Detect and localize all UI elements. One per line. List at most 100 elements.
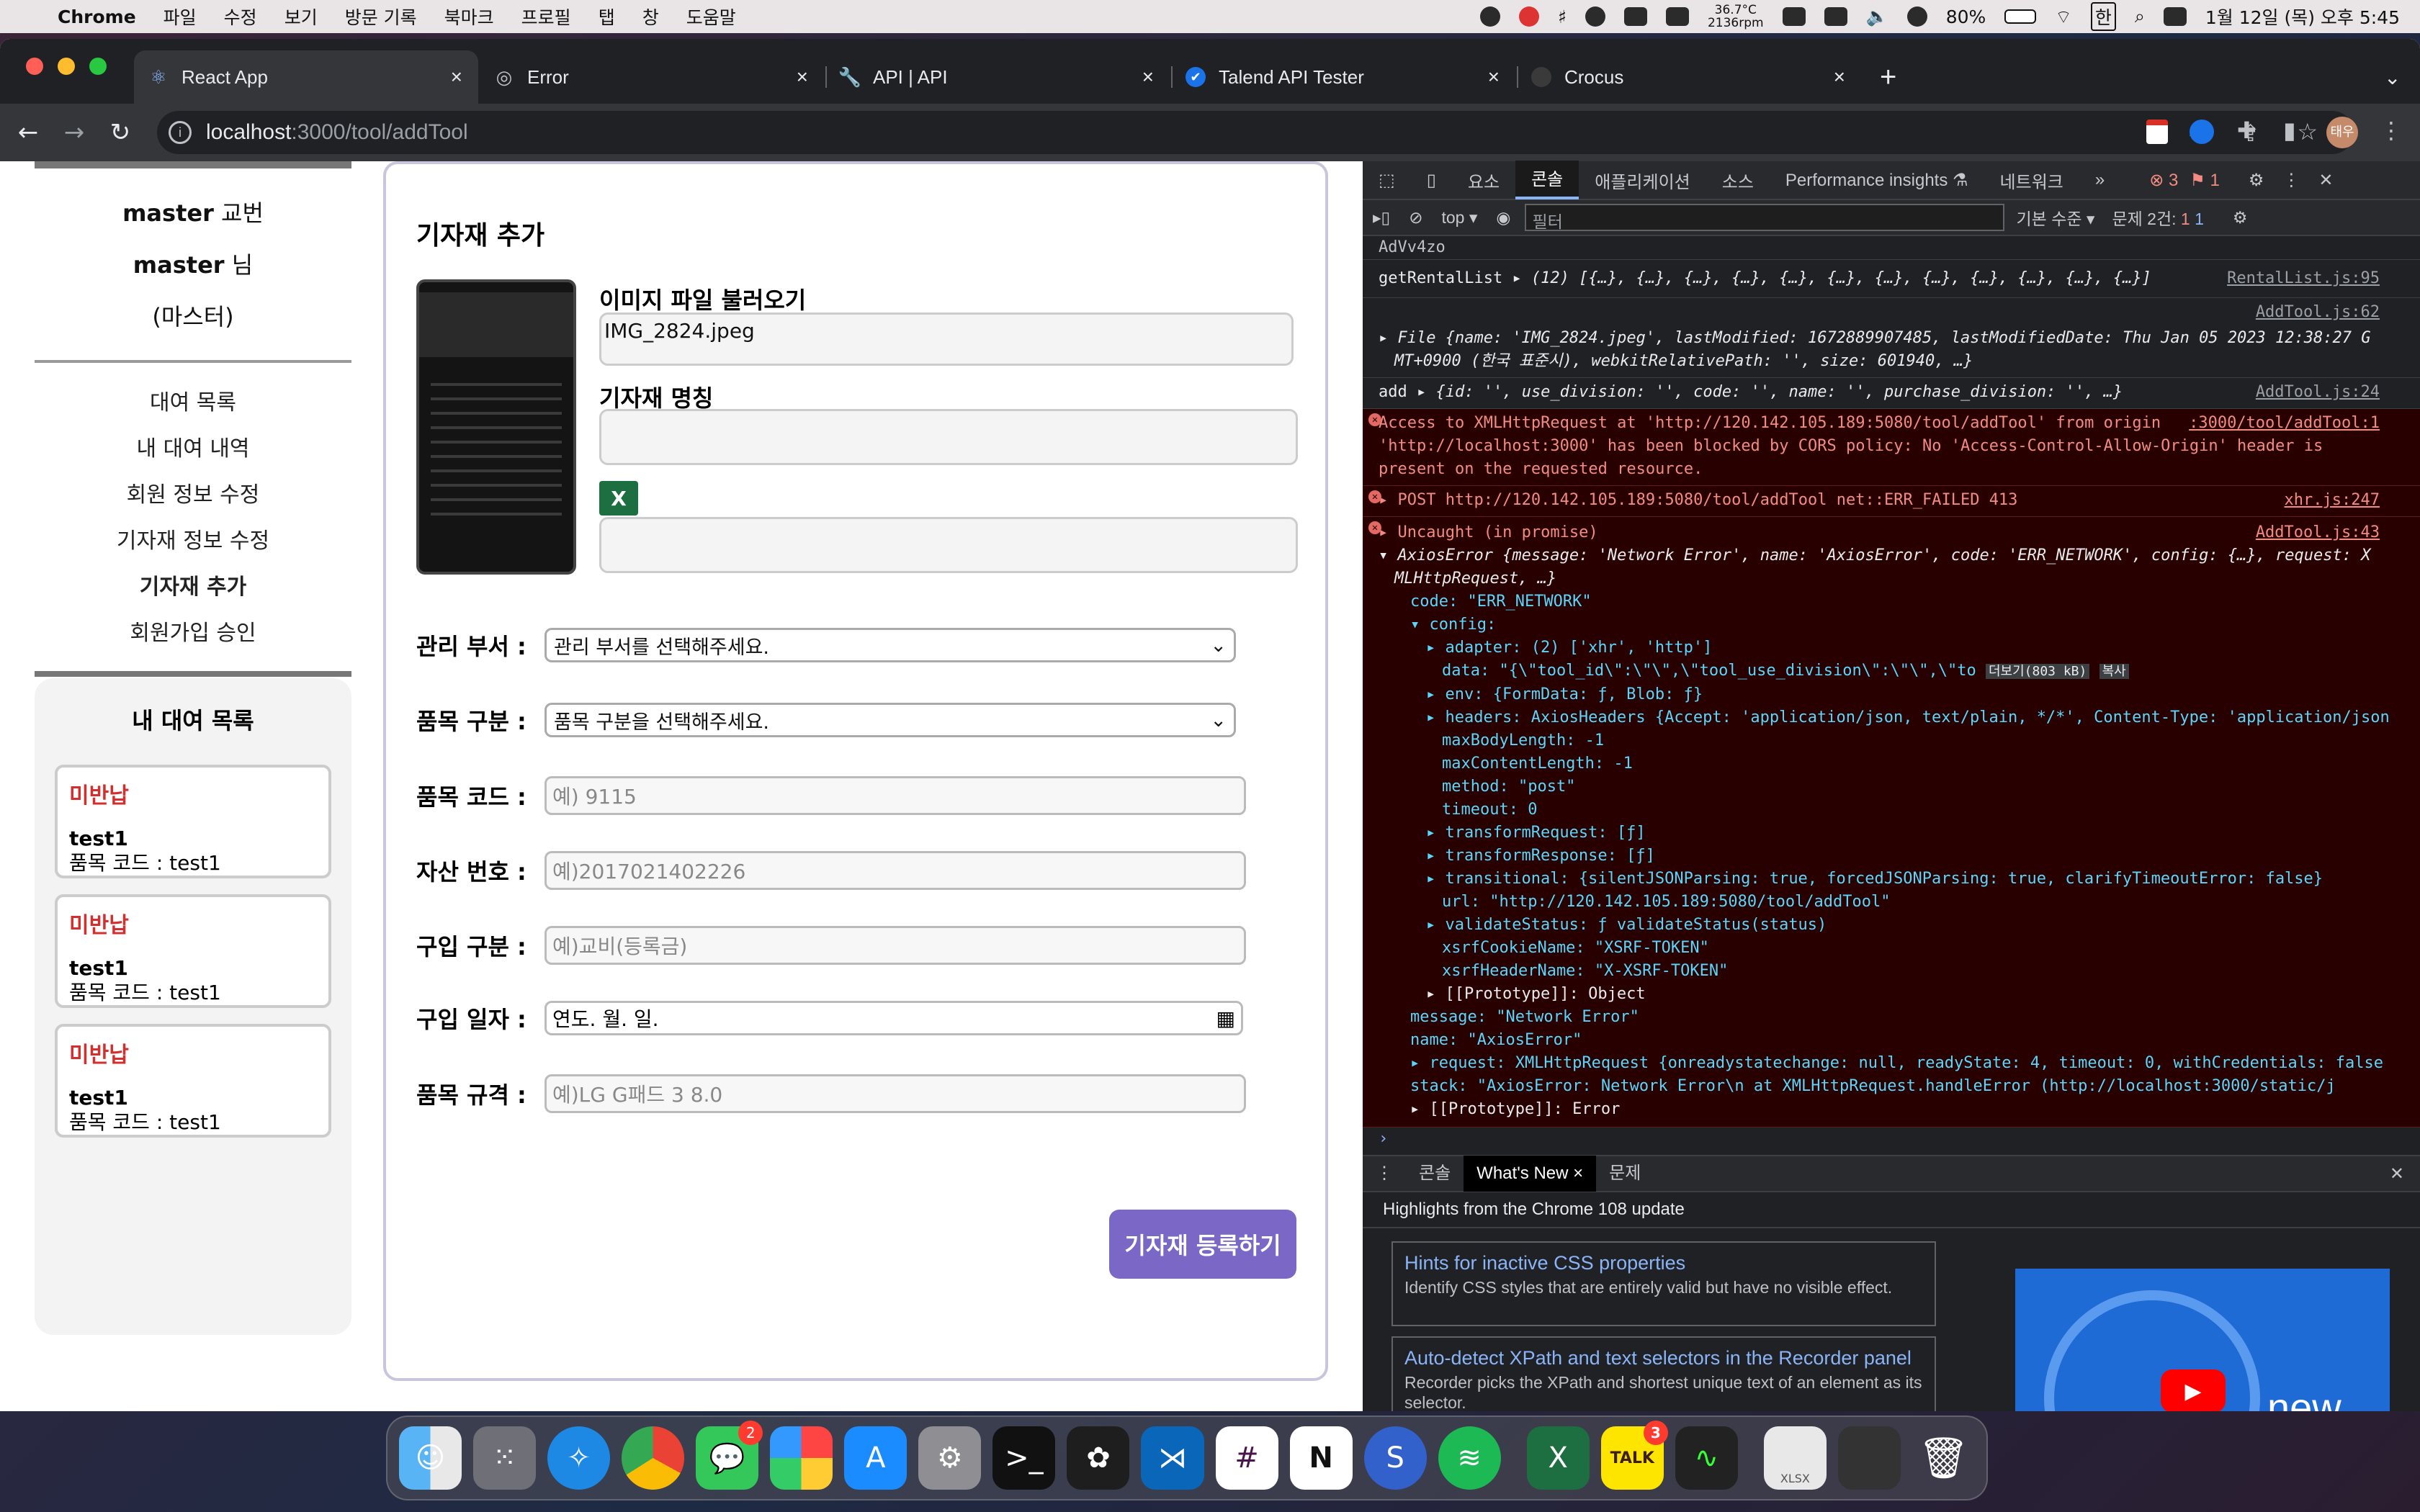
terminal-icon[interactable]: >_ [992, 1426, 1056, 1490]
tab-crocus[interactable]: Crocus × [1517, 50, 1861, 104]
status-fan-icon[interactable] [1665, 7, 1689, 26]
prop-line[interactable]: ▸ transitional: {silentJSONParsing: true… [1379, 868, 2413, 891]
prop-line[interactable]: ▸ transformRequest: [ƒ] [1379, 822, 2413, 845]
site-info-icon[interactable]: i [169, 121, 192, 144]
excel-icon[interactable]: X [599, 481, 638, 516]
tab-console[interactable]: 콘솔 [1515, 161, 1579, 199]
prop-line[interactable]: ▸ [[Prototype]]: Object [1379, 983, 2413, 1006]
menu-window[interactable]: 창 [642, 4, 659, 30]
back-button[interactable]: ← [10, 118, 46, 147]
battery-percent[interactable]: 80% [1946, 6, 1986, 27]
sidebar-item-add-equipment[interactable]: 기자재 추가 [35, 564, 351, 611]
xlsx-file-icon[interactable]: XLSX [1763, 1426, 1827, 1490]
error-count-badge[interactable]: ⊗ 3 [2149, 170, 2178, 191]
launchpad-icon[interactable]: ⁙ [473, 1426, 537, 1490]
clear-console-icon[interactable]: ⊘ [1409, 208, 1422, 228]
status-hash-icon[interactable]: ♯ [1558, 6, 1567, 27]
issues-count-badge[interactable]: ⚑ 1 [2190, 170, 2220, 191]
news-title[interactable]: Hints for inactive CSS properties [1404, 1248, 1923, 1277]
menu-app-name[interactable]: Chrome [58, 6, 136, 27]
drawer-tab-console[interactable]: 콘솔 [1406, 1156, 1464, 1192]
close-tab-icon[interactable]: × [797, 66, 808, 89]
equipment-name-input[interactable] [599, 409, 1298, 465]
status-window-icon[interactable] [1782, 7, 1806, 26]
tab-application[interactable]: 애플리케이션 [1579, 168, 1706, 193]
menu-tab[interactable]: 탭 [599, 4, 615, 30]
log-object[interactable]: ▸ File {name: 'IMG_2824.jpeg', lastModif… [1379, 327, 2413, 350]
source-link[interactable]: AddTool.js:62 [2256, 301, 2380, 324]
error-text[interactable]: ▸ POST http://120.142.105.189:5080/tool/… [1379, 489, 2413, 512]
purchase-type-input[interactable]: 예)교비(등록금) [544, 926, 1246, 965]
spotlight-search-icon[interactable]: ⌕ [2135, 6, 2145, 27]
simplenote-icon[interactable]: S [1363, 1426, 1427, 1490]
close-tab-icon[interactable]: × [1142, 66, 1154, 89]
youtube-play-icon[interactable]: ▶ [2161, 1369, 2226, 1411]
drawer-tab-whats-new[interactable]: What's New × [1464, 1156, 1597, 1192]
address-bar[interactable]: i localhost:3000/tool/addTool ⌗ ⇪ ☆ [157, 111, 2354, 154]
rental-card[interactable]: 미반납 test1 품목 코드 : test1 [55, 894, 331, 1008]
kakaotalk-icon[interactable]: TALK 3 [1600, 1421, 1668, 1490]
rental-card[interactable]: 미반납 test1 품목 코드 : test1 [55, 765, 331, 878]
menu-history[interactable]: 방문 기록 [345, 4, 417, 30]
axios-error-object[interactable]: ▾ AxiosError {message: 'Network Error', … [1379, 544, 2413, 567]
news-item[interactable]: Auto-detect XPath and text selectors in … [1392, 1336, 1936, 1411]
context-selector[interactable]: top ▾ [1441, 208, 1477, 228]
show-more-button[interactable]: 더보기(803 kB) [1985, 664, 2090, 679]
prop-line[interactable]: ▸ transformResponse: [ƒ] [1379, 845, 2413, 868]
menu-file[interactable]: 파일 [163, 4, 197, 30]
input-source-label[interactable]: 한 [2090, 2, 2116, 31]
prop-line[interactable]: ▸ adapter: (2) ['xhr', 'http'] [1379, 636, 2413, 660]
console-prompt[interactable]: › [1363, 1128, 2420, 1151]
extensions-puzzle-icon[interactable]: ✚ [2237, 117, 2257, 144]
side-panel-icon[interactable]: ▮ [2283, 117, 2296, 144]
more-tabs-icon[interactable]: » [2079, 170, 2120, 190]
status-display-icon[interactable] [1824, 7, 1847, 26]
menubar-clock[interactable]: 1월 12일 (목) 오후 5:45 [2205, 4, 2400, 30]
photos-icon[interactable] [770, 1426, 833, 1490]
prop-line[interactable]: ▸ headers: AxiosHeaders {Accept: 'applic… [1379, 706, 2413, 729]
status-half-circle-icon[interactable] [1479, 6, 1500, 27]
tab-error[interactable]: ◎ Error × [480, 50, 824, 104]
device-toolbar-icon[interactable]: ▯ [1411, 170, 1452, 191]
new-tab-button[interactable]: + [1865, 50, 1911, 104]
console-filter-input[interactable]: 필터 [1525, 204, 2005, 231]
source-link[interactable]: AddTool.js:43 [2256, 521, 2380, 544]
trash-icon[interactable]: 🗑 [1912, 1426, 1975, 1490]
menu-view[interactable]: 보기 [284, 4, 318, 30]
status-temperature[interactable]: 36.7°C 2136rpm [1708, 4, 1764, 30]
volume-icon[interactable]: 🔈 [1866, 6, 1888, 27]
reload-button[interactable]: ↻ [102, 118, 138, 147]
messages-icon[interactable]: 💬 2 [696, 1421, 763, 1490]
sidebar-item-edit-profile[interactable]: 회원 정보 수정 [35, 472, 351, 518]
close-tab-icon[interactable]: × [1834, 66, 1845, 89]
news-title[interactable]: Auto-detect XPath and text selectors in … [1404, 1344, 1923, 1372]
devtools-close-icon[interactable]: ✕ [2318, 170, 2333, 191]
news-item[interactable]: Hints for inactive CSS properties Identi… [1392, 1241, 1936, 1326]
forward-button[interactable]: → [56, 118, 92, 147]
prop-line[interactable]: ▾ config: [1379, 613, 2413, 636]
sidebar-item-my-rentals[interactable]: 내 대여 내역 [35, 426, 351, 472]
log-object[interactable]: ▸ {id: '', use_division: '', code: '', n… [1417, 383, 2123, 401]
control-center-icon[interactable] [2163, 7, 2187, 26]
prop-line[interactable]: ▸ request: XMLHttpRequest {onreadystatec… [1379, 1052, 2413, 1075]
prop-line[interactable]: ▸ validateStatus: ƒ validateStatus(statu… [1379, 914, 2413, 937]
screenshot-thumbnail-icon[interactable] [1837, 1426, 1901, 1490]
spec-input[interactable]: 예)LG G패드 3 8.0 [544, 1074, 1246, 1113]
item-code-input[interactable]: 예) 9115 [544, 776, 1246, 815]
sidebar-item-edit-equipment[interactable]: 기자재 정보 수정 [35, 518, 351, 564]
wifi-icon[interactable]: ⌔ [2055, 6, 2072, 28]
chrome-icon[interactable] [622, 1426, 685, 1490]
inspect-element-icon[interactable]: ⬚ [1363, 170, 1411, 191]
copy-button[interactable]: 복사 [2099, 664, 2129, 679]
prop-line[interactable]: ▸ env: {FormData: ƒ, Blob: ƒ} [1379, 683, 2413, 706]
close-window-button[interactable] [26, 58, 43, 75]
source-link[interactable]: xhr.js:247 [2285, 489, 2380, 512]
menu-bookmarks[interactable]: 북마크 [444, 4, 494, 30]
log-level-select[interactable]: 기본 수준 ▾ [2016, 205, 2094, 230]
source-link[interactable]: RentalList.js:95 [2227, 267, 2380, 290]
system-settings-icon[interactable]: ⚙ [918, 1426, 982, 1490]
battery-icon[interactable] [2004, 9, 2037, 24]
devtools-menu-icon[interactable]: ⋮ [2282, 170, 2300, 191]
sidebar-item-approve-signup[interactable]: 회원가입 승인 [35, 611, 351, 657]
excel-dock-icon[interactable]: X [1526, 1426, 1590, 1490]
